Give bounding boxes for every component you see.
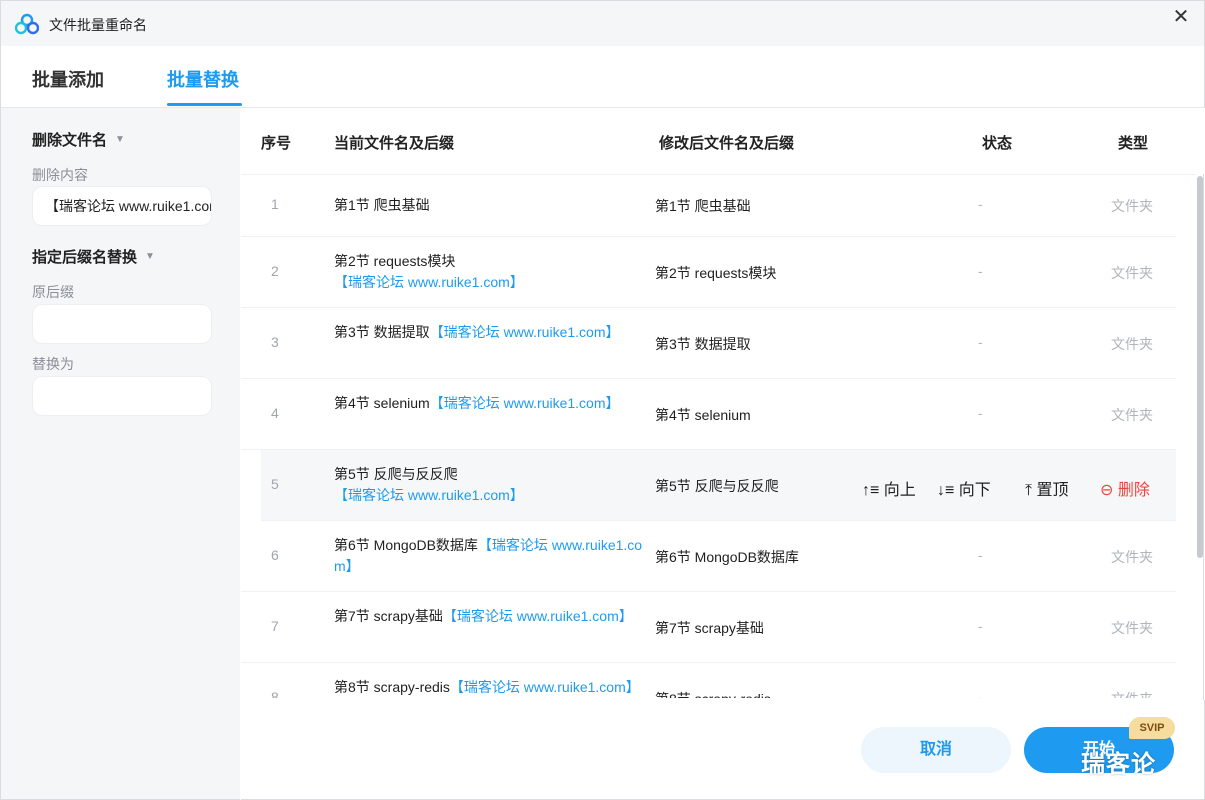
- caret-down-icon: ▼: [115, 134, 125, 145]
- header-index: 序号: [261, 135, 292, 152]
- table-row[interactable]: 8 第8节 scrapy-redis【瑞客论坛 www.ruike1.com】 …: [241, 663, 1176, 698]
- active-tab-indicator: [167, 103, 242, 106]
- current-filename: 第7节 scrapy基础【瑞客论坛 www.ruike1.com】: [334, 608, 633, 624]
- replace-with-label: 替换为: [32, 356, 74, 372]
- svip-badge: SVIP: [1129, 717, 1175, 739]
- header-current-name: 当前文件名及后缀: [334, 135, 455, 152]
- row-type: 文件夹: [1111, 336, 1153, 352]
- move-down-button[interactable]: ↓≡ 向下: [937, 476, 991, 500]
- current-filename: 第1节 爬虫基础: [334, 197, 430, 213]
- table-row[interactable]: 2 第2节 requests模块【瑞客论坛 www.ruike1.com】 第2…: [241, 237, 1176, 308]
- header-type: 类型: [1118, 135, 1149, 152]
- row-status: -: [978, 547, 983, 563]
- table-row-hovered[interactable]: 5 第5节 反爬与反反爬【瑞客论坛 www.ruike1.com】 第5节 反爬…: [261, 450, 1176, 521]
- new-filename: 第4节 selenium: [655, 407, 751, 423]
- header-status: 状态: [982, 135, 1013, 152]
- tab-batch-add[interactable]: 批量添加: [32, 66, 104, 92]
- row-index: 1: [271, 196, 279, 212]
- highlighted-text: 【瑞客论坛 www.ruike1.com】: [334, 487, 524, 503]
- new-filename: 第6节 MongoDB数据库: [655, 549, 799, 565]
- current-filename: 第3节 数据提取【瑞客论坛 www.ruike1.com】: [334, 324, 620, 340]
- table-row[interactable]: 6 第6节 MongoDB数据库【瑞客论坛 www.ruike1.com】 第6…: [241, 521, 1176, 592]
- delete-content-label: 删除内容: [32, 167, 88, 183]
- row-type: 文件夹: [1111, 549, 1153, 565]
- row-index: 4: [271, 405, 279, 421]
- table-body[interactable]: 1 第1节 爬虫基础 第1节 爬虫基础 - 文件夹 2 第2节 requests…: [241, 174, 1196, 698]
- move-up-icon: ↑≡: [862, 482, 884, 499]
- replace-with-input[interactable]: [32, 376, 212, 416]
- row-index: 3: [271, 334, 279, 350]
- tab-bar: 批量添加 批量替换: [0, 46, 1205, 108]
- highlighted-text: 【瑞客论坛 www.ruike1.com】: [442, 608, 633, 624]
- highlighted-text: 【瑞客论坛 www.ruike1.com】: [334, 274, 524, 290]
- current-filename: 第6节 MongoDB数据库【瑞客论坛 www.ruike1.com】: [334, 537, 643, 574]
- scrollbar-thumb[interactable]: [1197, 176, 1203, 558]
- delete-filename-section[interactable]: 删除文件名 ▼: [32, 129, 125, 150]
- row-status: -: [978, 196, 983, 212]
- new-filename: 第8节 scrapy-redis: [655, 689, 771, 698]
- suffix-replace-section[interactable]: 指定后缀名替换 ▼: [32, 246, 155, 267]
- row-type: 文件夹: [1111, 198, 1153, 214]
- pin-top-icon: ⤒: [1025, 482, 1037, 499]
- current-filename: 第2节 requests模块【瑞客论坛 www.ruike1.com】: [334, 253, 524, 290]
- original-suffix-input[interactable]: [32, 304, 212, 344]
- row-status: -: [978, 618, 983, 634]
- highlighted-text: 【瑞客论坛 www.ruike1.com】: [429, 395, 620, 411]
- row-type: 文件夹: [1111, 407, 1153, 423]
- new-filename: 第2节 requests模块: [655, 265, 777, 281]
- tab-batch-replace[interactable]: 批量替换: [167, 66, 239, 92]
- table-row[interactable]: 1 第1节 爬虫基础 第1节 爬虫基础 - 文件夹: [241, 175, 1176, 237]
- caret-down-icon: ▼: [145, 251, 155, 262]
- row-type: 文件夹: [1111, 620, 1153, 636]
- original-suffix-label: 原后缀: [32, 284, 74, 300]
- delete-filename-title: 删除文件名: [32, 132, 108, 149]
- row-type: 文件夹: [1111, 689, 1153, 698]
- app-logo-icon: [15, 13, 39, 35]
- row-index: 7: [271, 618, 279, 634]
- row-index: 6: [271, 547, 279, 563]
- row-status: -: [978, 263, 983, 279]
- row-index: 5: [271, 476, 279, 492]
- delete-row-button[interactable]: ⊖ 删除: [1100, 476, 1150, 500]
- move-down-icon: ↓≡: [937, 482, 959, 499]
- row-index: 2: [271, 263, 279, 279]
- left-settings-panel: 删除文件名 ▼ 删除内容 【瑞客论坛 www.ruike1.com】 指定后缀名…: [0, 108, 240, 800]
- title-bar: 文件批量重命名 ✕: [0, 0, 1205, 46]
- delete-content-input[interactable]: 【瑞客论坛 www.ruike1.com】: [32, 186, 212, 226]
- new-filename: 第1节 爬虫基础: [655, 198, 751, 214]
- table-row[interactable]: 4 第4节 selenium【瑞客论坛 www.ruike1.com】 第4节 …: [241, 379, 1176, 450]
- header-new-name: 修改后文件名及后缀: [659, 135, 795, 152]
- table-row[interactable]: 7 第7节 scrapy基础【瑞客论坛 www.ruike1.com】 第7节 …: [241, 592, 1176, 663]
- current-filename: 第4节 selenium【瑞客论坛 www.ruike1.com】: [334, 395, 620, 411]
- row-type: 文件夹: [1111, 265, 1153, 281]
- pin-top-button[interactable]: ⤒ 置顶: [1025, 476, 1069, 500]
- watermark-text: 瑞客论: [1081, 751, 1156, 778]
- row-status: -: [978, 334, 983, 350]
- new-filename: 第7节 scrapy基础: [655, 620, 764, 636]
- table-row[interactable]: 3 第3节 数据提取【瑞客论坛 www.ruike1.com】 第3节 数据提取…: [241, 308, 1176, 379]
- highlighted-text: 【瑞客论坛 www.ruike1.com】: [429, 324, 620, 340]
- file-table: 序号 当前文件名及后缀 修改后文件名及后缀 状态 类型 1 第1节 爬虫基础 第…: [241, 108, 1196, 700]
- new-filename: 第3节 数据提取: [655, 336, 751, 352]
- window-title: 文件批量重命名: [49, 17, 147, 33]
- suffix-replace-title: 指定后缀名替换: [32, 249, 138, 266]
- row-status: -: [978, 689, 983, 698]
- move-up-button[interactable]: ↑≡ 向上: [862, 476, 916, 500]
- new-filename: 第5节 反爬与反反爬: [655, 478, 779, 494]
- row-status: -: [978, 405, 983, 421]
- current-filename: 第8节 scrapy-redis【瑞客论坛 www.ruike1.com】: [334, 679, 640, 695]
- footer: 取消 开始 SVIP 瑞客论: [241, 700, 1205, 800]
- current-filename: 第5节 反爬与反反爬【瑞客论坛 www.ruike1.com】: [334, 466, 524, 503]
- minus-circle-icon: ⊖: [1100, 482, 1118, 499]
- highlighted-text: 【瑞客论坛 www.ruike1.com】: [449, 679, 640, 695]
- cancel-button[interactable]: 取消: [861, 727, 1011, 773]
- row-index: 8: [271, 689, 279, 698]
- close-icon[interactable]: ✕: [1170, 7, 1192, 29]
